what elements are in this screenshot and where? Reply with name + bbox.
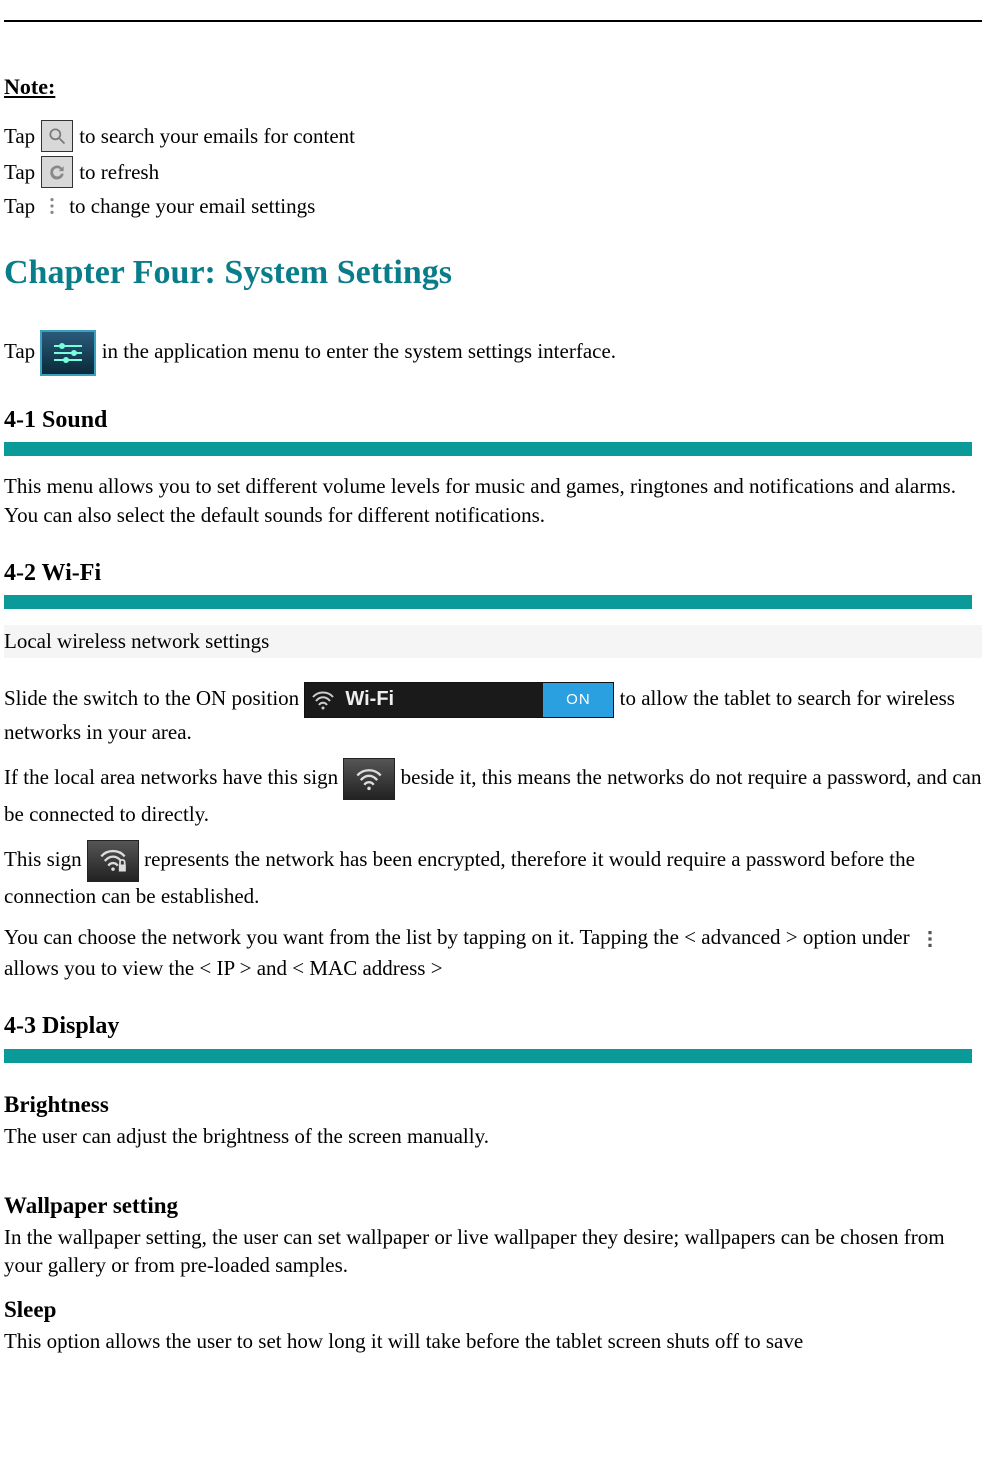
note-heading: Note: <box>4 72 982 102</box>
wallpaper-body: In the wallpaper setting, the user can s… <box>4 1223 982 1280</box>
section-sound-body: This menu allows you to set different vo… <box>4 472 982 529</box>
brightness-heading: Brightness <box>4 1089 982 1120</box>
wifi-toggle-state: ON <box>543 683 613 717</box>
text: Tap <box>4 192 35 220</box>
wifi-subtitle: Local wireless network settings <box>4 625 982 657</box>
wallpaper-heading: Wallpaper setting <box>4 1190 982 1221</box>
wifi-toggle: Wi-Fi ON <box>304 682 614 718</box>
section-divider <box>4 442 972 456</box>
section-display-title: 4-3 Display <box>4 1010 982 1042</box>
text: If the local area networks have this sig… <box>4 765 343 789</box>
text: to change your email settings <box>69 192 315 220</box>
note-line-refresh: Tap to refresh <box>4 156 982 188</box>
wifi-paragraph-4: You can choose the network you want from… <box>4 923 982 983</box>
note-line-search: Tap to search your emails for content <box>4 120 982 152</box>
wifi-icon <box>311 690 335 710</box>
text: Tap <box>4 122 35 150</box>
note-line-settings: Tap to change your email settings <box>4 192 982 220</box>
menu-dots-icon <box>41 193 63 219</box>
text: allows you to view the < IP > and < MAC … <box>4 956 443 980</box>
brightness-body: The user can adjust the brightness of th… <box>4 1122 982 1150</box>
chapter-title: Chapter Four: System Settings <box>4 250 982 296</box>
text: represents the network has been encrypte… <box>4 847 915 908</box>
wifi-paragraph-2: If the local area networks have this sig… <box>4 758 982 828</box>
text: Tap <box>4 158 35 186</box>
search-icon <box>41 120 73 152</box>
refresh-icon <box>41 156 73 188</box>
wifi-locked-icon <box>87 840 139 882</box>
text: This sign <box>4 847 87 871</box>
overflow-menu-icon <box>915 924 945 954</box>
text: to refresh <box>79 158 159 186</box>
wifi-toggle-label: Wi-Fi <box>345 686 394 713</box>
text: You can choose the network you want from… <box>4 925 915 949</box>
sleep-body: This option allows the user to set how l… <box>4 1327 982 1355</box>
text: Tap <box>4 339 40 363</box>
text: in the application menu to enter the sys… <box>102 339 616 363</box>
section-sound-title: 4-1 Sound <box>4 404 982 436</box>
wifi-paragraph-3: This sign represents the network has bee… <box>4 840 982 910</box>
wifi-toggle-left: Wi-Fi <box>305 683 543 717</box>
wifi-open-icon <box>343 758 395 800</box>
section-wifi-title: 4-2 Wi-Fi <box>4 557 982 589</box>
horizontal-rule <box>4 20 982 22</box>
text: to search your emails for content <box>79 122 355 150</box>
system-settings-icon <box>40 330 96 376</box>
section-divider <box>4 595 972 609</box>
text: Slide the switch to the ON position <box>4 686 304 710</box>
chapter-intro: Tap in the application menu to enter the… <box>4 330 982 376</box>
sleep-heading: Sleep <box>4 1294 982 1325</box>
wifi-paragraph-1: Slide the switch to the ON position Wi-F… <box>4 682 982 746</box>
section-divider <box>4 1049 972 1063</box>
